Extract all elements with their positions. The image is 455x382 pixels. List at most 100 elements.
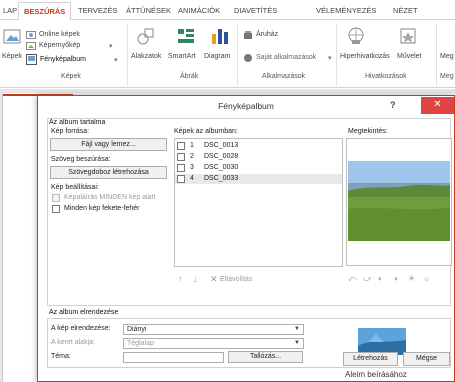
- preview-label: Megtekintés:: [348, 128, 388, 135]
- list-item-selected[interactable]: 4 DSC_0033: [175, 174, 342, 184]
- tab-lap[interactable]: LAP: [3, 6, 17, 15]
- contrast-up-icon[interactable]: ◐: [378, 274, 383, 283]
- smartart-icon[interactable]: [176, 26, 196, 46]
- caption-checkbox-label: Képaláírás MINDEN kép alatt: [64, 194, 156, 201]
- rotate-right-icon[interactable]: ⤻: [363, 274, 372, 284]
- create-button[interactable]: Létrehozás: [343, 352, 398, 366]
- group-label-abrak: Ábrák: [180, 73, 199, 80]
- rotate-left-icon[interactable]: ⤺: [348, 274, 357, 284]
- frame-select-value: Téglalap: [127, 340, 154, 347]
- remove-icon: ✕: [210, 274, 218, 284]
- my-apps-dropdown-icon[interactable]: ▾: [328, 54, 332, 62]
- image-checkbox[interactable]: [177, 164, 185, 172]
- photo-album-dialog: Fényképalbum ? ✕ Az album tartalma Kép f…: [37, 95, 455, 382]
- black-white-checkbox-label: Minden kép fekete-fehér: [64, 205, 140, 212]
- photo-album-button[interactable]: Fényképalbum: [40, 56, 86, 63]
- insert-text-label: Szöveg beszúrása:: [51, 156, 111, 163]
- my-apps-button[interactable]: Saját alkalmazások: [256, 54, 316, 61]
- online-pictures-icon: [26, 31, 36, 39]
- ribbon-tabs: LAP BESZÚRÁS TERVEZÉS ÁTTŰNÉSEK ANIMÁCIÓ…: [0, 0, 455, 22]
- screenshot-icon: [26, 42, 36, 50]
- image-name: DSC_0033: [204, 175, 239, 182]
- chevron-down-icon[interactable]: ▼: [294, 325, 300, 334]
- image-name: DSC_0030: [204, 164, 239, 171]
- album-images-list[interactable]: 1 DSC_0013 2 DSC_0028 3 DSC_0030 4 DSC_0…: [174, 138, 343, 267]
- remove-button[interactable]: Eltávolítás: [220, 276, 252, 283]
- separator: [237, 24, 238, 86]
- separator: [436, 24, 437, 86]
- layout-select[interactable]: Diányi ▼: [123, 324, 304, 335]
- album-content-group: Kép forrása: Fájl vagy lemez... Szöveg b…: [47, 118, 452, 306]
- shapes-button[interactable]: Alakzatok: [131, 53, 161, 60]
- store-button[interactable]: Áruház: [256, 31, 278, 38]
- tab-velemenyezes[interactable]: VÉLEMÉNYEZÉS: [316, 6, 376, 15]
- pictures-button-label[interactable]: Képek: [2, 53, 22, 60]
- list-item[interactable]: 1 DSC_0013: [175, 141, 342, 151]
- image-checkbox[interactable]: [177, 153, 185, 161]
- cut-off-button[interactable]: Meg: [440, 53, 454, 60]
- theme-label: Téma:: [51, 353, 71, 360]
- dialog-title-bar[interactable]: Fényképalbum ? ✕: [38, 96, 454, 116]
- preview-image: [348, 161, 450, 241]
- group-label-hivatkozasok: Hivatkozások: [365, 73, 407, 80]
- store-icon: [244, 31, 252, 39]
- screenshot-dropdown-icon[interactable]: ▾: [109, 42, 113, 50]
- hyperlink-icon[interactable]: [346, 26, 366, 46]
- browse-button[interactable]: Tallózás...: [228, 351, 303, 363]
- my-apps-icon: [244, 54, 252, 62]
- screenshot-button[interactable]: Képernyőkép: [39, 42, 80, 49]
- theme-input[interactable]: [123, 352, 224, 363]
- online-pictures-button[interactable]: Online képek: [39, 31, 80, 38]
- ribbon: Képek Online képek Képernyőkép ▾ Fénykép…: [0, 20, 455, 88]
- slide-placeholder-text[interactable]: Aleim beírásához: [345, 370, 407, 379]
- image-number: 1: [190, 142, 194, 149]
- image-name: DSC_0013: [204, 142, 239, 149]
- tab-tervezes[interactable]: TERVEZÉS: [78, 6, 117, 15]
- chevron-down-icon[interactable]: ▼: [294, 339, 300, 348]
- layout-label: A kép elrendezése:: [51, 325, 111, 332]
- frame-select[interactable]: Téglalap ▼: [123, 338, 304, 349]
- tab-beszuras[interactable]: BESZÚRÁS: [18, 2, 72, 22]
- smartart-button[interactable]: SmartArt: [168, 53, 196, 60]
- cancel-button[interactable]: Mégse: [403, 352, 450, 366]
- layout-select-value: Diányi: [127, 326, 147, 333]
- photo-album-icon: [26, 54, 37, 65]
- chart-icon[interactable]: [210, 26, 230, 46]
- image-checkbox[interactable]: [177, 175, 185, 183]
- hyperlink-button[interactable]: Hiperhivatkozás: [340, 53, 390, 60]
- action-icon[interactable]: [398, 26, 418, 46]
- contrast-down-icon[interactable]: ◑: [393, 274, 398, 283]
- move-up-icon[interactable]: ↑: [178, 274, 183, 284]
- black-white-checkbox[interactable]: [52, 205, 60, 213]
- tab-diavetites[interactable]: DIAVETÍTÉS: [234, 6, 277, 15]
- image-checkbox[interactable]: [177, 142, 185, 150]
- image-options-label: Kép beállításai:: [51, 184, 99, 191]
- list-item[interactable]: 2 DSC_0028: [175, 152, 342, 162]
- help-button[interactable]: ?: [390, 100, 396, 110]
- brightness-up-icon[interactable]: ☀: [408, 274, 415, 283]
- tab-attunesek[interactable]: ÁTTŰNÉSEK: [126, 6, 171, 15]
- separator: [127, 24, 128, 86]
- preview-pane: [346, 138, 452, 266]
- group-label-alkalmazasok: Alkalmazások: [262, 73, 306, 80]
- pictures-icon[interactable]: [3, 28, 21, 46]
- action-button[interactable]: Művelet: [397, 53, 422, 60]
- chart-button[interactable]: Diagram: [204, 53, 230, 60]
- shapes-icon[interactable]: [136, 26, 156, 46]
- file-disk-button[interactable]: Fájl vagy lemez...: [50, 138, 167, 151]
- caption-checkbox[interactable]: [52, 194, 60, 202]
- group-label-kepek: Képek: [61, 73, 81, 80]
- list-item[interactable]: 3 DSC_0030: [175, 163, 342, 173]
- tab-animaciok[interactable]: ANIMÁCIÓK: [178, 6, 220, 15]
- new-textbox-button[interactable]: Szövegdoboz létrehozása: [50, 166, 167, 179]
- frame-label: A keret alakja:: [51, 339, 95, 346]
- source-label: Kép forrása:: [51, 128, 90, 135]
- tab-nezet[interactable]: NÉZET: [393, 6, 418, 15]
- close-button[interactable]: ✕: [421, 97, 454, 114]
- move-down-icon[interactable]: ↓: [193, 274, 198, 284]
- cut-off-group-label: Meg: [440, 73, 454, 80]
- photo-album-dropdown-icon[interactable]: ▾: [114, 56, 118, 64]
- brightness-down-icon[interactable]: ☼: [423, 274, 430, 283]
- image-name: DSC_0028: [204, 153, 239, 160]
- separator: [336, 24, 337, 86]
